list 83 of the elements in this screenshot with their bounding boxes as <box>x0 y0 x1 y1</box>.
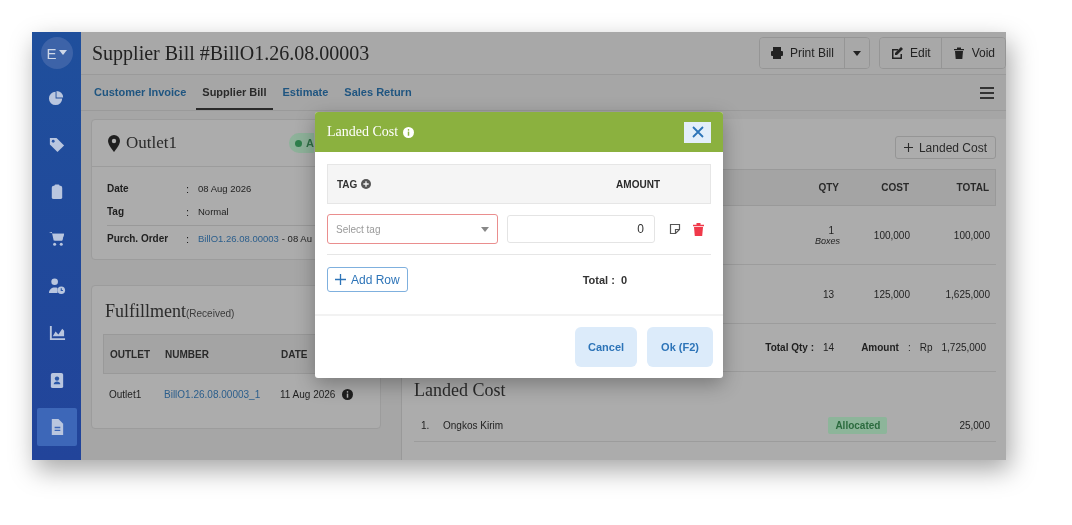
table-cell-text: 125,000 <box>872 288 910 300</box>
amount-field[interactable]: 0 <box>507 215 655 243</box>
separator: : <box>186 182 191 195</box>
edit-icon <box>889 46 904 60</box>
table-cell: 25,000 <box>959 419 990 431</box>
field-label: Date <box>107 183 130 194</box>
menu-icon <box>980 86 994 99</box>
table-cell-text: Ongkos Kirim <box>443 419 504 431</box>
column-header: NUMBER <box>165 348 210 360</box>
caret-icon <box>852 50 861 56</box>
tab[interactable]: Customer Invoice <box>88 75 193 110</box>
sidebar-item[interactable] <box>36 408 77 446</box>
user-clock-icon <box>47 277 66 295</box>
caret-icon <box>58 50 67 56</box>
info-icon <box>342 388 354 400</box>
plus-icon <box>903 143 913 152</box>
avatar-button[interactable]: E <box>40 37 73 69</box>
dialog-title: Landed Cost <box>327 124 399 140</box>
tab[interactable]: Supplier Bill <box>196 75 273 110</box>
field-label: Purch. Order <box>107 233 170 244</box>
outlet-name: Outlet1 <box>126 133 177 153</box>
field-value: 08 Aug 2026 <box>198 183 252 194</box>
plus-icon <box>335 274 346 285</box>
pie-chart-icon <box>47 89 66 107</box>
tab[interactable]: Estimate <box>276 75 335 110</box>
status-badge: A <box>289 133 314 153</box>
summary-label: Amount <box>861 342 899 353</box>
page-title: Supplier Bill #BillO1.26.08.00003 <box>92 41 370 65</box>
ok-button[interactable]: Ok (F2) <box>647 327 713 367</box>
add-landed-cost-button[interactable]: Landed Cost <box>894 136 996 159</box>
total-label: Total : <box>582 273 615 286</box>
section-title: Fulfillment <box>105 301 186 322</box>
column-header: TOTAL <box>955 182 989 193</box>
column-header: TAG <box>337 178 358 190</box>
summary-value: 14 <box>823 342 835 353</box>
row-number: 1. <box>421 419 431 431</box>
column-header: OUTLET <box>110 348 151 360</box>
currency: Rp <box>919 342 933 353</box>
table-cell-text: 100,000 <box>872 229 910 241</box>
location-pin-icon <box>108 134 120 152</box>
tag-icon <box>47 136 66 154</box>
caret-icon <box>481 226 489 232</box>
total-value: 0 <box>620 273 627 286</box>
edit-button[interactable]: Edit <box>879 38 942 68</box>
unit-label: Boxes <box>815 235 840 246</box>
column-header: DATE <box>281 348 309 360</box>
close-button[interactable] <box>684 121 711 143</box>
trash-icon <box>693 222 704 236</box>
printer-icon <box>769 46 784 60</box>
section-title: Landed Cost <box>414 379 507 402</box>
quantity: 13 <box>822 288 834 300</box>
field-value: Normal <box>198 206 229 217</box>
quantity: 1 <box>828 224 834 236</box>
cart-icon <box>47 230 66 248</box>
summary-value: 1,725,000 <box>941 342 986 353</box>
separator: : <box>186 232 191 245</box>
print-button[interactable]: Print Bill <box>759 38 845 68</box>
separator: : <box>907 342 911 353</box>
section-subtitle: (Received) <box>186 308 235 319</box>
add-circle-icon <box>361 179 372 189</box>
status-badge: Allocated <box>828 416 888 434</box>
add-row-button[interactable]: Add Row <box>327 267 408 292</box>
note-icon <box>669 223 681 235</box>
column-header: AMOUNT <box>615 178 660 190</box>
table-cell-text: Outlet1 <box>109 388 143 400</box>
column-header: QTY <box>817 182 839 193</box>
trash-icon <box>951 46 966 60</box>
column-header: COST <box>880 182 909 193</box>
table-cell-text: 1,625,000 <box>944 288 990 300</box>
order-link[interactable]: BillO1.26.08.00003 <box>198 233 279 244</box>
tab[interactable]: Sales Return <box>338 75 418 110</box>
close-icon <box>691 126 704 138</box>
cancel-button[interactable]: Cancel <box>575 327 638 367</box>
info-icon <box>403 126 415 138</box>
field-value: - 08 Au <box>281 233 312 244</box>
field-label: Tag <box>107 206 126 217</box>
summary-label: Total Qty : <box>765 342 814 353</box>
table-cell: 11 Aug 2026 <box>280 388 336 400</box>
chart-icon <box>47 324 66 342</box>
tag-select[interactable]: Select tag <box>327 214 498 244</box>
fulfillment-link[interactable]: BillO1.26.08.00003_1 <box>164 388 280 400</box>
table-cell-text: 100,000 <box>952 229 990 241</box>
separator: : <box>186 205 191 218</box>
